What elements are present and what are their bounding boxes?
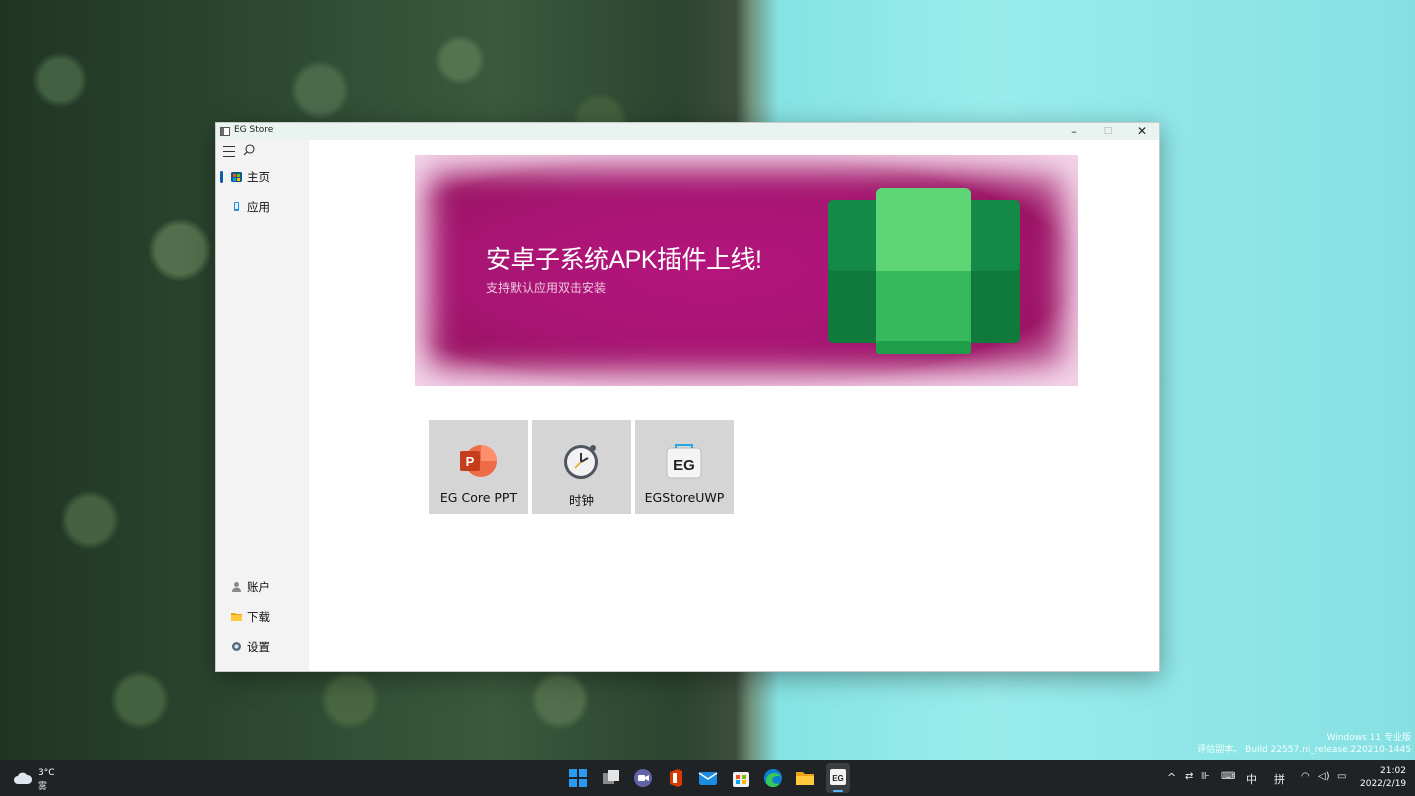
weather-widget[interactable]: 3°C 雾 [14,768,74,792]
app-tiles: P EG Core PPT 时钟 EG EGStoreUWP [429,420,739,515]
maximize-button[interactable]: □ [1091,123,1125,140]
teams-icon[interactable] [633,768,653,788]
person-icon [232,582,241,592]
app-tile-label: EGStoreUWP [644,490,725,505]
ime-mode[interactable]: 拼 [1274,771,1285,787]
app-tile[interactable]: 时钟 [532,420,631,514]
app-tile-label: 时钟 [568,493,594,508]
running-indicator [833,790,843,792]
nav-item-label: 账户 [247,580,270,594]
active-app-highlight: EG [826,763,850,793]
app-tile-label: EG Core PPT [439,490,518,505]
weather-description: 雾 [38,782,48,792]
store-icon[interactable] [731,768,751,788]
wifi-icon[interactable]: ◠ [1301,771,1310,782]
weather-temperature: 3°C [38,768,55,778]
hamburger-menu-icon[interactable] [223,146,235,157]
taskbar: 3°C 雾 EG ^ ⇄ ⊪ ⌨ 中 拼 ◠ ◁) ▭ 21:02 2022/2… [0,760,1415,796]
edge-icon[interactable] [763,768,783,788]
powerpoint-icon: P [460,445,497,477]
home-page: 安卓子系统APK插件上线! 支持默认应用双击安装 [309,140,1159,671]
app-window-icon [220,127,230,136]
nav-item-account[interactable]: 账户 [216,575,309,599]
banner-subtitle: 支持默认应用双击安装 [486,281,607,295]
nav-item-settings[interactable]: 设置 [216,635,309,659]
eg-store-icon: EG [666,444,702,479]
app-tile[interactable]: EG EGStoreUWP [635,420,734,514]
nav-item-home[interactable]: 主页 [216,165,309,189]
volume-icon[interactable]: ◁) [1318,771,1330,782]
navigation-pane: 主页 应用 账户 下载 设置 [216,140,309,671]
android-subsystem-icon [828,188,1020,354]
app-icon [234,202,239,211]
battery-icon[interactable]: ▭ [1337,771,1346,782]
nav-item-apps[interactable]: 应用 [216,195,309,219]
gear-icon [232,642,241,651]
watermark-build: 评估副本。 Build 22557.ni_release.220210-1445 [1197,745,1411,755]
task-view-icon[interactable] [601,768,621,788]
clock-date[interactable]: 2022/2/19 [1360,779,1406,789]
input-indicator-icon[interactable]: ⊪ [1201,771,1210,782]
eg-store-icon[interactable]: EG [829,768,847,786]
search-icon[interactable] [242,143,256,157]
nav-item-label: 设置 [247,640,270,654]
cloud-icon [14,772,32,784]
selected-indicator [220,171,223,183]
home-store-icon [231,172,242,182]
svg-text:EG: EG [832,774,844,783]
title-bar[interactable]: EG Store – □ ✕ [216,123,1159,140]
svg-text:EG: EG [673,457,695,474]
clock-icon [564,445,598,479]
nav-item-label: 下载 [247,610,270,624]
svg-text:P: P [466,454,475,469]
window-title: EG Store [234,125,274,135]
network-switch-icon[interactable]: ⇄ [1185,771,1193,782]
watermark-edition: Windows 11 专业版 [1326,733,1411,743]
start-icon[interactable] [568,768,588,788]
chevron-up-icon[interactable]: ^ [1167,771,1176,784]
office-icon[interactable] [666,768,686,788]
explorer-icon[interactable] [795,768,815,788]
mail-icon[interactable] [698,768,718,788]
folder-icon [231,613,242,621]
keyboard-icon[interactable]: ⌨ [1221,771,1235,782]
ime-language[interactable]: 中 [1246,771,1257,787]
nav-item-downloads[interactable]: 下载 [216,605,309,629]
nav-item-label: 主页 [247,170,270,184]
nav-item-label: 应用 [247,200,270,214]
app-tile[interactable]: P EG Core PPT [429,420,528,514]
minimize-button[interactable]: – [1057,123,1091,140]
banner-title: 安卓子系统APK插件上线! [486,246,762,274]
close-button[interactable]: ✕ [1125,123,1159,140]
clock-time[interactable]: 21:02 [1380,766,1406,776]
promo-banner[interactable]: 安卓子系统APK插件上线! 支持默认应用双击安装 [415,155,1078,386]
windows-watermark: Windows 11 专业版 评估副本。 Build 22557.ni_rele… [1197,732,1411,756]
eg-store-window: EG Store – □ ✕ 主页 应用 账户 下载 设置 安卓子系统APK插件… [215,122,1160,672]
